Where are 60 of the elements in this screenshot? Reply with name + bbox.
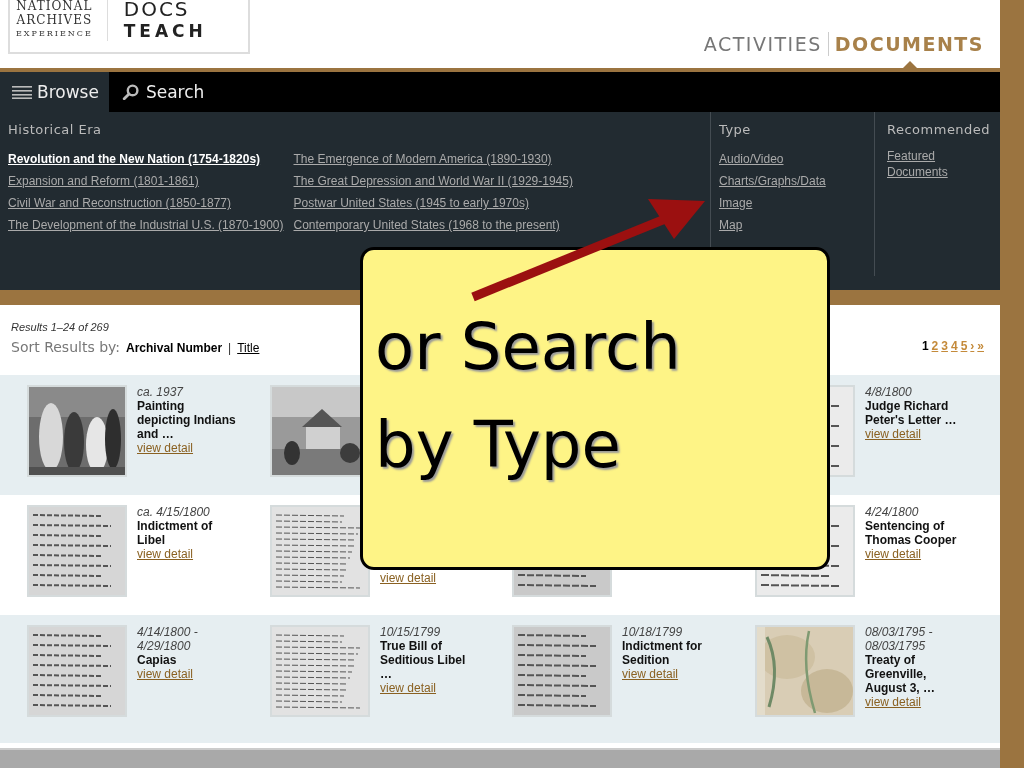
view-detail-link[interactable]: view detail <box>865 547 922 561</box>
view-detail-link[interactable]: view detail <box>865 695 922 709</box>
tab[interactable]: Browse <box>0 72 109 112</box>
document-title: True Bill of Seditious Libel … <box>380 639 467 681</box>
document-title: Indictment of Libel <box>137 519 214 547</box>
callout-text: or Search by Type <box>375 309 682 484</box>
document-title: Capias <box>137 653 177 667</box>
nav-link[interactable]: ACTIVITIES <box>703 33 822 55</box>
tab[interactable]: Search <box>108 72 215 112</box>
section-heading: Type <box>719 122 752 137</box>
era-link[interactable]: The Emergence of Modern America (1890-1930) <box>293 148 573 170</box>
document-date: ca. 1937 <box>137 385 184 399</box>
logo-text: EXPERIENCE <box>16 28 93 40</box>
era-link[interactable]: The Great Depression and World War II (1929-1945) <box>293 170 573 192</box>
document-date: 10/15/1799 <box>380 625 441 639</box>
type-link[interactable]: Charts/Graphs/Data <box>719 170 874 192</box>
sort-label: Sort Results by: <box>11 339 121 355</box>
nav-link[interactable]: DOCUMENTS <box>834 33 984 55</box>
logo[interactable]: NATIONAL ARCHIVES EXPERIENCE DOCS TEACH <box>8 0 250 54</box>
type-link[interactable]: Image <box>719 192 874 214</box>
document-date: 4/24/1800 <box>865 505 919 519</box>
document-title: Sentencing of Thomas Cooper <box>865 519 958 547</box>
era-link[interactable]: Revolution and the New Nation (1754-1820s) <box>8 148 284 170</box>
page-link[interactable]: 1 <box>921 339 929 353</box>
era-link[interactable]: Contemporary United States (1968 to the present) <box>293 214 573 236</box>
view-detail-link[interactable]: view detail <box>380 681 437 695</box>
section-heading: Historical Era <box>8 122 103 137</box>
menu-icon <box>12 84 32 100</box>
era-link[interactable]: Civil War and Reconstruction (1850-1877) <box>8 192 284 214</box>
type-link[interactable]: Audio/Video <box>719 148 874 170</box>
document-date: ca. 4/15/1800 <box>137 505 210 519</box>
document-title: Treaty of Greenville, August 3, … <box>865 653 936 695</box>
logo-text: TEACH <box>123 20 207 42</box>
section-heading: Recommended <box>887 122 991 137</box>
document-title: Indictment for Sedition <box>622 639 703 667</box>
era-link[interactable]: The Development of the Industrial U.S. (1870-1900) <box>8 214 284 236</box>
logo-text: NATIONAL <box>16 0 93 13</box>
logo-text: ARCHIVES <box>16 13 93 27</box>
view-detail-link[interactable]: view detail <box>380 571 437 585</box>
view-detail-link[interactable]: view detail <box>137 667 194 681</box>
era-link[interactable]: Postwar United States (1945 to early 1970s) <box>293 192 573 214</box>
search-icon <box>120 84 141 100</box>
document-date: 4/8/1800 <box>865 385 912 399</box>
document-title: Painting depicting Indians and … <box>137 399 237 441</box>
document-date: 4/14/1800 - 4/29/1800 <box>137 625 199 653</box>
sort-option[interactable]: Title <box>237 341 260 355</box>
view-detail-link[interactable]: view detail <box>137 441 194 455</box>
era-link[interactable]: Expansion and Reform (1801-1861) <box>8 170 284 192</box>
recommended-link[interactable]: Featured Documents <box>887 148 967 180</box>
view-detail-link[interactable]: view detail <box>137 547 194 561</box>
view-detail-link[interactable]: view detail <box>865 427 922 441</box>
document-title: Judge Richard Peter's Letter … <box>865 399 958 427</box>
type-link[interactable]: Map <box>719 214 874 236</box>
document-date: 10/18/1799 <box>622 625 683 639</box>
separator: | <box>228 341 232 355</box>
document-date: 08/03/1795 - 08/03/1795 <box>865 625 934 653</box>
results-count: Results 1–24 of 269 <box>11 321 110 333</box>
view-detail-link[interactable]: view detail <box>622 667 679 681</box>
logo-text: DOCS <box>123 0 191 20</box>
sort-option[interactable]: Archival Number <box>126 341 223 355</box>
